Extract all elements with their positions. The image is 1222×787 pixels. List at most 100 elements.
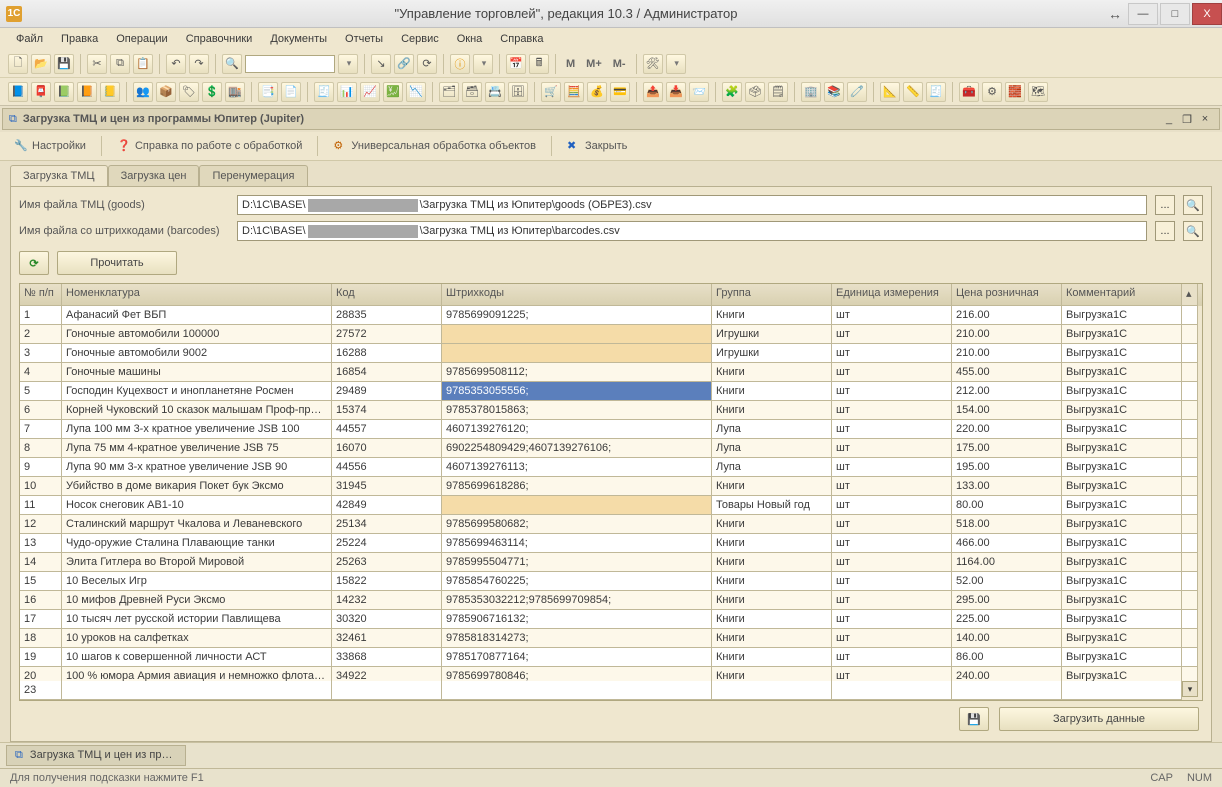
last-row-code[interactable] [332, 681, 442, 700]
table-row[interactable]: 1Афанасий Фет ВБП288359785699091225;Книг… [20, 306, 1202, 325]
tab-load-prices[interactable]: Загрузка цен [108, 165, 200, 186]
t2-icon-7[interactable]: 📦 [156, 82, 176, 102]
find-icon[interactable]: 🔍 [222, 54, 242, 74]
cell[interactable]: Выгрузка1С [1062, 401, 1182, 420]
cell[interactable]: Выгрузка1С [1062, 667, 1182, 681]
cell[interactable]: 14232 [332, 591, 442, 610]
cell[interactable] [442, 344, 712, 363]
cell[interactable]: 10 Веселых Игр [62, 572, 332, 591]
cell[interactable]: 154.00 [952, 401, 1062, 420]
table-row[interactable]: 13Чудо-оружие Сталина Плавающие танки252… [20, 534, 1202, 553]
cell[interactable]: шт [832, 401, 952, 420]
cell[interactable]: 1 [20, 306, 62, 325]
cell[interactable]: 86.00 [952, 648, 1062, 667]
open-icon[interactable]: 📂 [31, 54, 51, 74]
scroll-track[interactable] [1182, 325, 1198, 344]
menu-windows[interactable]: Окна [451, 31, 489, 47]
cell[interactable]: 5 [20, 382, 62, 401]
cell[interactable]: 25224 [332, 534, 442, 553]
cell[interactable]: 9785699091225; [442, 306, 712, 325]
info-icon[interactable]: ⓘ [450, 54, 470, 74]
cell[interactable]: 16070 [332, 439, 442, 458]
t2-icon-9[interactable]: 💲 [202, 82, 222, 102]
cell[interactable]: 240.00 [952, 667, 1062, 681]
t2-icon-29[interactable]: 🧩 [722, 82, 742, 102]
cell[interactable]: 16288 [332, 344, 442, 363]
scroll-track[interactable] [1182, 572, 1198, 591]
cell[interactable]: 15 [20, 572, 62, 591]
t2-icon-18[interactable]: 🗂 [439, 82, 459, 102]
menu-help[interactable]: Справка [494, 31, 549, 47]
last-row-cmt[interactable] [1062, 681, 1182, 700]
cell[interactable]: Гоночные автомобили 9002 [62, 344, 332, 363]
cell[interactable]: Книги [712, 382, 832, 401]
table-row[interactable]: 9Лупа 90 мм 3-х кратное увеличение JSB 9… [20, 458, 1202, 477]
tab-load-goods[interactable]: Загрузка ТМЦ [10, 165, 108, 186]
cell[interactable]: Выгрузка1С [1062, 591, 1182, 610]
cell[interactable]: Книги [712, 401, 832, 420]
t2-icon-2[interactable]: 📮 [31, 82, 51, 102]
cell[interactable]: 18 [20, 629, 62, 648]
last-row-unit[interactable] [832, 681, 952, 700]
cell[interactable] [442, 496, 712, 515]
cell[interactable]: 9785906716132; [442, 610, 712, 629]
t2-icon-25[interactable]: 💳 [610, 82, 630, 102]
scroll-track[interactable] [1182, 591, 1198, 610]
refresh-icon[interactable]: ⟳ [417, 54, 437, 74]
cell[interactable]: Выгрузка1С [1062, 306, 1182, 325]
cell[interactable]: 8 [20, 439, 62, 458]
scroll-track[interactable] [1182, 306, 1198, 325]
cell[interactable]: Сталинский маршрут Чкалова и Леваневског… [62, 515, 332, 534]
cell[interactable]: Лупа 75 мм 4-кратное увеличение JSB 75 [62, 439, 332, 458]
cell[interactable]: 466.00 [952, 534, 1062, 553]
cell[interactable]: Афанасий Фет ВБП [62, 306, 332, 325]
cell[interactable]: 9785699508112; [442, 363, 712, 382]
cell[interactable]: Выгрузка1С [1062, 325, 1182, 344]
t2-icon-12[interactable]: 📄 [281, 82, 301, 102]
cell[interactable]: шт [832, 477, 952, 496]
cell[interactable]: шт [832, 325, 952, 344]
cell[interactable]: 80.00 [952, 496, 1062, 515]
cell[interactable]: 30320 [332, 610, 442, 629]
scroll-track[interactable] [1182, 382, 1198, 401]
cell[interactable]: шт [832, 667, 952, 681]
table-row[interactable]: 1510 Веселых Игр158229785854760225;Книги… [20, 572, 1202, 591]
cell[interactable]: 13 [20, 534, 62, 553]
cell[interactable]: 9785353032212;9785699709854; [442, 591, 712, 610]
cell[interactable]: Выгрузка1С [1062, 610, 1182, 629]
cell[interactable]: Выгрузка1С [1062, 648, 1182, 667]
cell[interactable]: Выгрузка1С [1062, 458, 1182, 477]
scroll-track[interactable] [1182, 610, 1198, 629]
scroll-track[interactable] [1182, 439, 1198, 458]
taskbar-item-1[interactable]: ⧉ Загрузка ТМЦ и цен из про… [6, 745, 186, 766]
cell[interactable]: 455.00 [952, 363, 1062, 382]
t2-icon-27[interactable]: 📥 [666, 82, 686, 102]
cell[interactable]: 225.00 [952, 610, 1062, 629]
last-row-price[interactable] [952, 681, 1062, 700]
cell[interactable]: 175.00 [952, 439, 1062, 458]
cell[interactable]: Выгрузка1С [1062, 534, 1182, 553]
t2-icon-1[interactable]: 📘 [8, 82, 28, 102]
t2-icon-17[interactable]: 📉 [406, 82, 426, 102]
scroll-track[interactable] [1182, 477, 1198, 496]
cell[interactable]: Выгрузка1С [1062, 363, 1182, 382]
cell[interactable]: 6 [20, 401, 62, 420]
t2-icon-4[interactable]: 📙 [77, 82, 97, 102]
copy-icon[interactable]: ⧉ [110, 54, 130, 74]
t2-icon-32[interactable]: 🏢 [801, 82, 821, 102]
save-data-icon-button[interactable]: 💾 [959, 707, 989, 731]
doc-minimize[interactable]: _ [1161, 112, 1177, 126]
scroll-track[interactable] [1182, 648, 1198, 667]
cell[interactable]: 32461 [332, 629, 442, 648]
cell[interactable]: 1164.00 [952, 553, 1062, 572]
t2-icon-39[interactable]: ⚙ [982, 82, 1002, 102]
cell[interactable]: шт [832, 439, 952, 458]
cell[interactable]: Лупа [712, 458, 832, 477]
file1-browse[interactable]: ... [1155, 195, 1175, 215]
cell[interactable]: Товары Новый год [712, 496, 832, 515]
cell[interactable]: шт [832, 553, 952, 572]
cell[interactable]: Книги [712, 363, 832, 382]
cell[interactable]: 17 [20, 610, 62, 629]
t2-icon-34[interactable]: 🧷 [847, 82, 867, 102]
col-name[interactable]: Номенклатура [62, 284, 332, 306]
